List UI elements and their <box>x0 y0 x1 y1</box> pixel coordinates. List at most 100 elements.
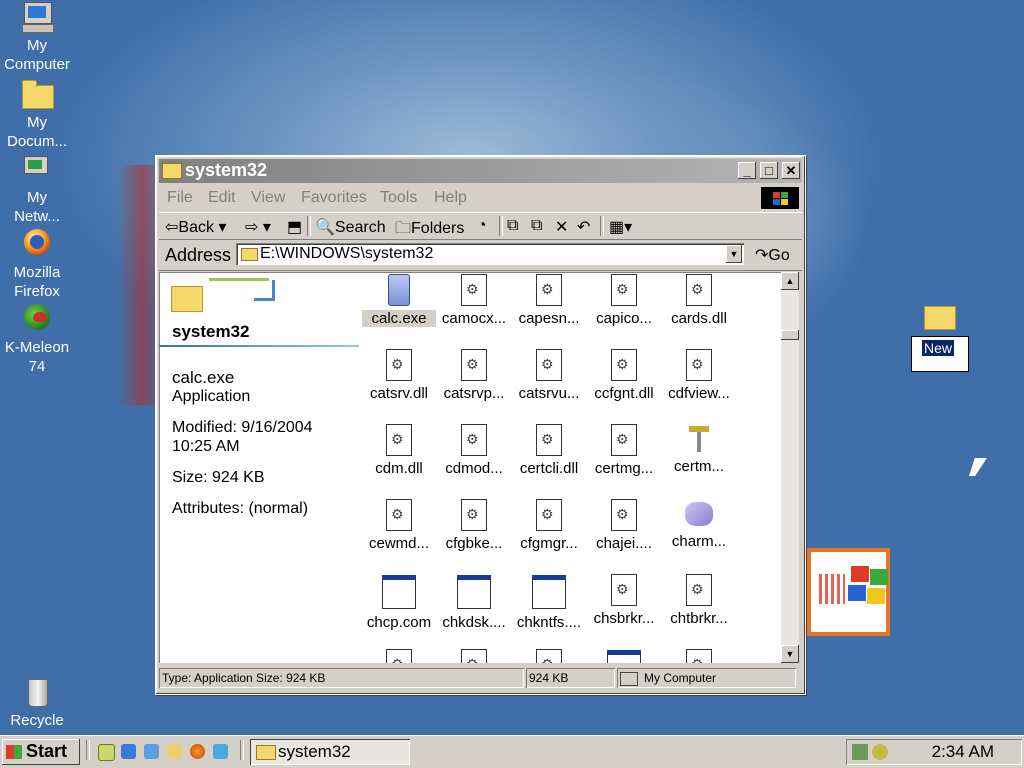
menu-favorites[interactable]: Favorites <box>301 189 367 207</box>
file-item-charmap[interactable]: charm... <box>662 499 736 550</box>
start-button[interactable]: Start <box>2 739 80 765</box>
delete-icon[interactable]: ✕ <box>555 217 568 237</box>
modified-time: 10:25 AM <box>172 438 240 455</box>
file-item-certcli[interactable]: certcli.dll <box>512 424 586 477</box>
address-input[interactable]: E:\WINDOWS\system32 ▼ <box>236 243 744 265</box>
file-item-partial[interactable] <box>512 649 586 663</box>
file-item-chkdsk[interactable]: chkdsk.... <box>437 574 511 631</box>
quicklaunch-desktop-icon[interactable] <box>98 744 115 761</box>
desktop-icon-my-documents[interactable]: My Docum... <box>0 79 74 151</box>
menu-file[interactable]: File <box>167 189 193 207</box>
address-dropdown-button[interactable]: ▼ <box>726 245 742 263</box>
explorer-window[interactable]: system32 _ □ ✕ File Edit View Favorites … <box>155 155 806 695</box>
file-item-cfgbkend[interactable]: cfgbke... <box>437 499 511 552</box>
file-item-chcp[interactable]: chcp.com <box>362 574 436 631</box>
views-button[interactable]: ▦▾ <box>609 217 632 237</box>
file-item-cdm[interactable]: cdm.dll <box>362 424 436 477</box>
file-item-label: capico... <box>596 310 652 327</box>
file-item-capesnpn[interactable]: capesn... <box>512 274 586 327</box>
status-zone: My Computer <box>617 668 796 688</box>
scroll-down-button[interactable]: ▼ <box>781 645 799 663</box>
file-item-camocx[interactable]: camocx... <box>437 274 511 327</box>
file-item-partial[interactable] <box>437 649 511 663</box>
file-item-capicom[interactable]: capico... <box>587 274 661 327</box>
file-item-partial[interactable] <box>587 649 661 663</box>
taskbar-button-system32[interactable]: system32 <box>250 739 410 765</box>
quicklaunch-outlook-icon[interactable] <box>144 744 159 759</box>
standard-toolbar: ⇦Back ▾ ⇨ ▾ ⬒ 🔍Search 🗀Folders ◔ ⧉ ⧉ ✕ ↶… <box>159 212 802 240</box>
history-icon[interactable]: ◔ <box>477 217 487 235</box>
copy-to-icon[interactable]: ⧉ <box>531 217 542 235</box>
vertical-scrollbar[interactable]: ▲ ▼ <box>781 272 799 663</box>
file-item-calc[interactable]: calc.exe <box>362 274 436 327</box>
go-button[interactable]: ↷Go <box>755 245 790 265</box>
new-folder-item[interactable]: New <box>911 304 969 372</box>
recycle-bin-icon <box>20 677 54 709</box>
file-item-cdfview[interactable]: cdfview... <box>662 349 736 402</box>
file-item-label: catsrvp... <box>443 385 505 402</box>
selected-file-name: calc.exe <box>172 368 235 387</box>
menu-edit[interactable]: Edit <box>208 189 236 207</box>
quicklaunch-firefox-icon[interactable] <box>190 744 205 759</box>
dll-gear-icon <box>461 424 487 456</box>
file-item-chsbrkr[interactable]: chsbrkr... <box>587 574 661 627</box>
file-item-label: catsrvu... <box>518 385 580 402</box>
desktop-icon-my-network[interactable]: My Netw... <box>0 154 74 226</box>
scroll-up-button[interactable]: ▲ <box>781 272 799 290</box>
desktop-icon-my-computer[interactable]: My Computer <box>0 2 74 74</box>
back-button[interactable]: ⇦Back ▾ <box>165 217 226 237</box>
file-item-cewmdm[interactable]: cewmd... <box>362 499 436 552</box>
maximize-button[interactable]: □ <box>760 162 778 179</box>
selected-file-type: Application <box>172 388 251 405</box>
file-item-label: cfgmgr... <box>520 535 578 552</box>
minimize-button[interactable]: _ <box>738 162 756 179</box>
network-tray-icon[interactable] <box>852 744 868 760</box>
file-item-chajei[interactable]: chajei.... <box>587 499 661 552</box>
window-title: system32 <box>185 160 268 180</box>
quicklaunch-messenger-icon[interactable] <box>213 744 228 759</box>
file-item-cards[interactable]: cards.dll <box>662 274 736 327</box>
move-to-icon[interactable]: ⧉ <box>507 217 518 235</box>
search-label: Search <box>334 219 386 236</box>
rename-input[interactable]: New <box>911 336 969 372</box>
forward-button[interactable]: ⇨ ▾ <box>245 217 271 237</box>
file-item-catsrvps[interactable]: catsrvp... <box>437 349 511 402</box>
file-item-label: ccfgnt.dll <box>594 385 654 402</box>
search-button[interactable]: 🔍Search <box>315 217 386 237</box>
quicklaunch-ie-icon[interactable] <box>121 744 136 759</box>
scroll-thumb[interactable] <box>781 330 799 340</box>
details-pane: system32 calc.exe Application Modified: … <box>159 272 361 663</box>
file-item-certmgr-tool[interactable]: certm... <box>662 424 736 475</box>
windows-logo-icon <box>6 745 22 759</box>
menu-view[interactable]: View <box>251 189 285 207</box>
file-item-catsrv[interactable]: catsrv.dll <box>362 349 436 402</box>
menu-help[interactable]: Help <box>434 189 467 207</box>
file-item-partial[interactable] <box>662 649 736 663</box>
status-type-size: Type: Application Size: 924 KB <box>159 668 524 688</box>
file-item-catsrvut[interactable]: catsrvu... <box>512 349 586 402</box>
desktop-icon-recycle-bin[interactable]: Recycle <box>0 677 74 730</box>
dll-gear-icon <box>611 349 637 381</box>
file-item-chkntfs[interactable]: chkntfs.... <box>512 574 586 631</box>
desktop-icon-firefox[interactable]: Mozilla Firefox <box>0 229 74 301</box>
menu-bar: File Edit View Favorites Tools Help <box>159 186 802 210</box>
dll-gear-icon <box>686 574 712 606</box>
file-item-chtbrkr[interactable]: chtbrkr... <box>662 574 736 627</box>
title-bar[interactable]: system32 _ □ ✕ <box>159 159 802 183</box>
file-item-cfgmgr[interactable]: cfgmgr... <box>512 499 586 552</box>
search-tray-icon[interactable] <box>872 744 888 760</box>
desktop-icon-k-meleon[interactable]: K-Meleon 74 <box>0 304 74 376</box>
file-item-cdmodem[interactable]: cdmod... <box>437 424 511 477</box>
folder-icon <box>171 286 203 312</box>
up-folder-button[interactable]: ⬒ <box>287 217 302 237</box>
file-item-certmgr[interactable]: certmg... <box>587 424 661 477</box>
dll-gear-icon <box>611 274 637 306</box>
menu-tools[interactable]: Tools <box>380 189 417 207</box>
undo-icon[interactable]: ↶ <box>577 217 590 237</box>
dll-gear-icon <box>386 499 412 531</box>
file-item-label: chkdsk.... <box>442 614 506 631</box>
file-item-partial[interactable] <box>362 649 436 663</box>
file-item-ccfgnt[interactable]: ccfgnt.dll <box>587 349 661 402</box>
quicklaunch-search-icon[interactable] <box>167 744 182 759</box>
close-button[interactable]: ✕ <box>782 162 800 179</box>
